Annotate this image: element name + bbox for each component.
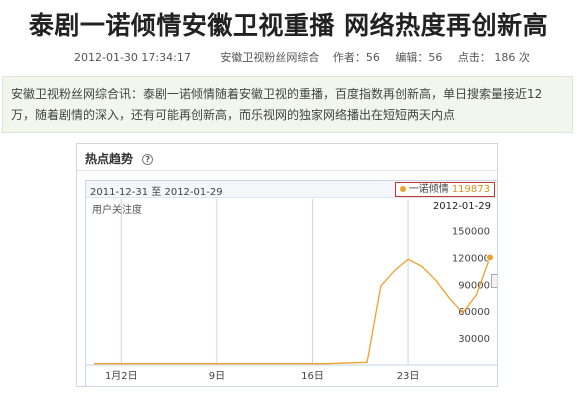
x-tick-label: 9日 [209,371,225,382]
article-title: 泰剧一诺倾情安徽卫视重播 网络热度再创新高 [28,11,549,40]
series-line [94,257,491,365]
trend-title: 热点趋势 [85,152,134,166]
x-tick-label: 1月2日 [105,370,138,382]
y-tick-label: 30000 [458,334,490,345]
y-tick-label: 90000 [458,280,490,291]
legend[interactable]: 一诺倾情 119873 [394,182,495,197]
help-icon[interactable]: ? [142,154,154,165]
article-summary: 安徽卫视粉丝网综合讯：泰剧一诺倾情随着安徽卫视的重播，百度指数再创新高，单日搜索… [2,76,573,133]
trend-chart: 1月2日 9日 16日 23日 30000 60000 90000 120000 150000 … [85,180,498,387]
article-source[interactable]: 安徽卫视粉丝网综合 [220,51,319,64]
trend-panel: 热点趋势 ? 1月2日 9日 16日 23日 30000 60000 90000 120000… [76,143,498,387]
legend-marker-icon [399,186,406,192]
x-tick-label: 23日 [397,371,420,382]
tooltip-date: 2012-01-29 [432,201,491,212]
legend-series-name: 一诺倾情 [408,184,449,195]
trend-header: 热点趋势 ? [77,144,497,171]
y-axis-label: 用户关注度 [92,205,142,216]
article-editor: 编辑：56 [395,51,443,64]
date-range-bar: 2011-12-31 至 2012-01-29 一诺倾情 119873 [86,181,497,198]
publish-date: 2012-01-30 17:34:17 [74,51,191,64]
y-tick-label: 120000 [452,253,490,264]
article-author: 作者：56 [332,51,380,64]
data-point-marker[interactable] [486,253,494,262]
x-tick-label: 16日 [301,371,324,382]
chart-scroll-handle[interactable] [491,274,497,288]
article-meta: 2012-01-30 17:34:17 安徽卫视粉丝网综合 作者：56 编辑：5… [74,49,542,65]
date-range-label: 2011-12-31 至 2012-01-29 [90,187,223,198]
y-tick-label: 150000 [452,226,490,237]
legend-series-value: 119873 [451,184,490,195]
article-clicks: 点击： 186 次 [457,51,530,64]
